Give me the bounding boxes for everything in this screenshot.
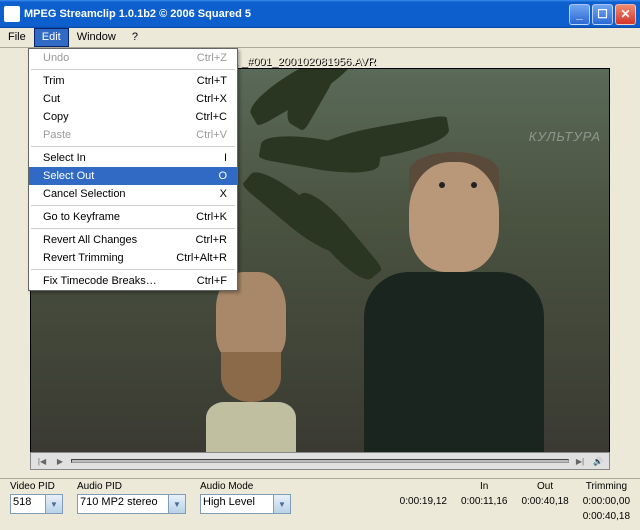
window-title: MPEG Streamclip 1.0.1b2 © 2006 Squared 5 bbox=[24, 8, 569, 20]
status-bar: Video PID 518 ▼ Audio PID 710 MP2 stereo… bbox=[0, 478, 640, 526]
transport-bar: |◀ ▶ ▶| 🔊 bbox=[30, 452, 610, 470]
app-icon bbox=[4, 6, 20, 22]
menu-item-trim[interactable]: TrimCtrl+T bbox=[29, 72, 237, 90]
audio-pid-select[interactable]: 710 MP2 stereo bbox=[77, 494, 169, 514]
audio-mode-col: Audio Mode High Level ▼ bbox=[200, 481, 291, 514]
menu-item-fix-timecode-breaks-[interactable]: Fix Timecode Breaks…Ctrl+F bbox=[29, 272, 237, 290]
menu-edit[interactable]: Edit bbox=[34, 28, 69, 47]
menu-item-paste: PasteCtrl+V bbox=[29, 126, 237, 144]
channel-watermark: КУЛЬТУРА bbox=[529, 129, 601, 144]
menu-item-cut[interactable]: CutCtrl+X bbox=[29, 90, 237, 108]
audio-mode-label: Audio Mode bbox=[200, 481, 291, 492]
chevron-down-icon[interactable]: ▼ bbox=[46, 494, 63, 514]
menu-separator bbox=[31, 146, 235, 147]
play-button[interactable]: ▶ bbox=[53, 455, 67, 467]
chevron-down-icon[interactable]: ▼ bbox=[274, 494, 291, 514]
maximize-button[interactable]: ☐ bbox=[592, 4, 613, 25]
titlebar: MPEG Streamclip 1.0.1b2 © 2006 Squared 5… bbox=[0, 0, 640, 28]
menu-item-revert-all-changes[interactable]: Revert All ChangesCtrl+R bbox=[29, 231, 237, 249]
current-time: 0:00:19,12 bbox=[400, 481, 447, 507]
chevron-down-icon[interactable]: ▼ bbox=[169, 494, 186, 514]
menu-item-undo: UndoCtrl+Z bbox=[29, 49, 237, 67]
menu-file[interactable]: File bbox=[0, 28, 34, 47]
menu-help[interactable]: ? bbox=[124, 28, 146, 47]
in-time: In 0:00:11,16 bbox=[461, 481, 508, 507]
menu-window[interactable]: Window bbox=[69, 28, 124, 47]
menu-item-revert-trimming[interactable]: Revert TrimmingCtrl+Alt+R bbox=[29, 249, 237, 267]
menu-separator bbox=[31, 205, 235, 206]
skip-forward-button[interactable]: ▶| bbox=[573, 455, 587, 467]
audio-mode-select[interactable]: High Level bbox=[200, 494, 274, 514]
trimming-time: Trimming 0:00:00,00 0:00:40,18 bbox=[583, 481, 630, 522]
audio-pid-col: Audio PID 710 MP2 stereo ▼ bbox=[77, 481, 186, 514]
menubar: File Edit Window ? bbox=[0, 28, 640, 48]
person-right bbox=[359, 152, 549, 452]
video-pid-select[interactable]: 518 bbox=[10, 494, 46, 514]
window-controls: _ ☐ ✕ bbox=[569, 4, 636, 25]
audio-pid-label: Audio PID bbox=[77, 481, 186, 492]
menu-item-go-to-keyframe[interactable]: Go to KeyframeCtrl+K bbox=[29, 208, 237, 226]
menu-separator bbox=[31, 269, 235, 270]
menu-item-cancel-selection[interactable]: Cancel SelectionX bbox=[29, 185, 237, 203]
menu-separator bbox=[31, 228, 235, 229]
volume-icon[interactable]: 🔊 bbox=[591, 455, 605, 467]
person-left bbox=[201, 272, 301, 452]
menu-item-select-out[interactable]: Select OutO bbox=[29, 167, 237, 185]
close-button[interactable]: ✕ bbox=[615, 4, 636, 25]
out-time: Out 0:00:40,18 bbox=[521, 481, 568, 507]
minimize-button[interactable]: _ bbox=[569, 4, 590, 25]
menu-item-select-in[interactable]: Select InI bbox=[29, 149, 237, 167]
menu-item-copy[interactable]: CopyCtrl+C bbox=[29, 108, 237, 126]
menu-separator bbox=[31, 69, 235, 70]
scrubber-track[interactable] bbox=[71, 459, 569, 463]
video-pid-col: Video PID 518 ▼ bbox=[10, 481, 63, 514]
skip-back-button[interactable]: |◀ bbox=[35, 455, 49, 467]
edit-dropdown-menu: UndoCtrl+Z TrimCtrl+TCutCtrl+XCopyCtrl+CP… bbox=[28, 48, 238, 291]
video-pid-label: Video PID bbox=[10, 481, 63, 492]
